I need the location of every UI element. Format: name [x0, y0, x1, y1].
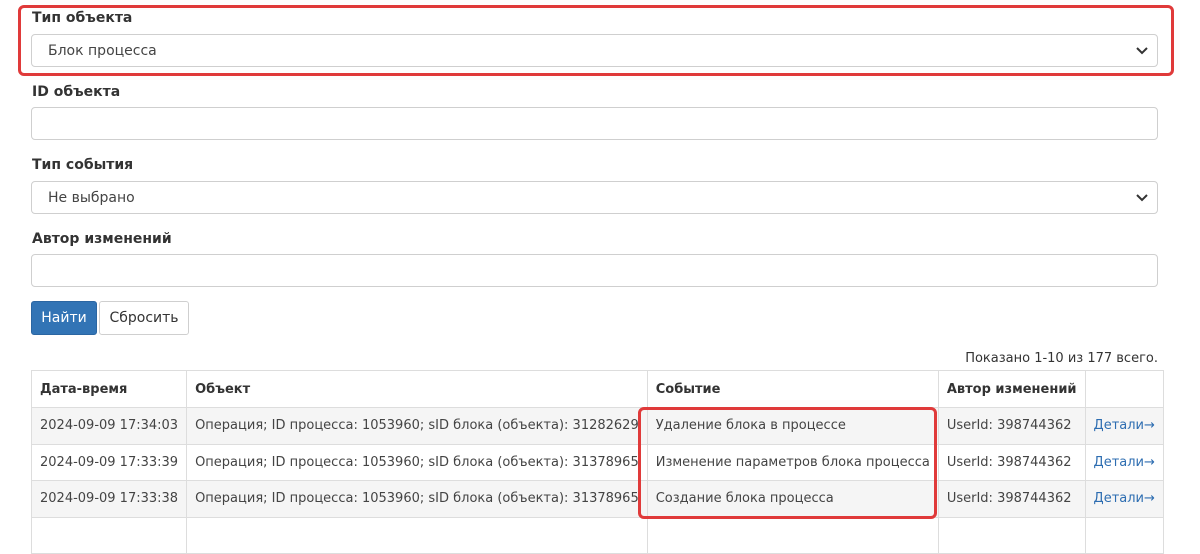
object-type-value: Блок процесса — [48, 43, 157, 59]
column-header-actions — [1084, 370, 1164, 408]
cell-event — [646, 516, 939, 554]
details-link[interactable]: Детали→ — [1094, 455, 1155, 470]
results-summary: Показано 1-10 из 177 всего. — [965, 351, 1158, 366]
object-id-label: ID объекта — [32, 84, 121, 100]
events-table: Дата-время Объект Событие Автор изменени… — [30, 370, 1164, 554]
object-id-input[interactable] — [31, 107, 1158, 140]
cell-details — [1084, 516, 1164, 554]
object-type-label: Тип объекта — [32, 10, 133, 26]
cell-object: Операция; ID процесса: 1053960; sID блок… — [186, 407, 648, 445]
cell-datetime: 2024-09-09 17:33:39 — [30, 443, 188, 481]
chevron-down-icon — [1136, 194, 1148, 202]
cell-datetime: 2024-09-09 17:34:03 — [30, 407, 188, 445]
author-label: Автор изменений — [32, 231, 172, 247]
reset-button[interactable]: Сбросить — [99, 301, 189, 335]
column-header-datetime[interactable]: Дата-время — [30, 370, 188, 408]
cell-event: Создание блока процесса — [646, 480, 939, 518]
cell-object — [186, 516, 648, 554]
author-input[interactable] — [31, 254, 1158, 287]
object-type-select[interactable]: Блок процесса — [31, 34, 1158, 67]
cell-event: Изменение параметров блока процесса — [646, 443, 939, 481]
event-type-select[interactable]: Не выбрано — [31, 181, 1158, 214]
details-link[interactable]: Детали→ — [1094, 491, 1155, 506]
cell-author: UserId: 398744362 — [937, 443, 1086, 481]
table-row: 2024-09-09 17:33:39 Операция; ID процесс… — [30, 443, 1164, 481]
column-header-object[interactable]: Объект — [186, 370, 648, 408]
cell-object: Операция; ID процесса: 1053960; sID блок… — [186, 480, 648, 518]
table-row — [30, 516, 1164, 554]
cell-author — [937, 516, 1086, 554]
column-header-author[interactable]: Автор изменений — [937, 370, 1086, 408]
cell-details: Детали→ — [1084, 480, 1164, 518]
column-header-event[interactable]: Событие — [646, 370, 939, 408]
find-button[interactable]: Найти — [31, 301, 97, 335]
event-type-label: Тип события — [32, 157, 134, 173]
cell-details: Детали→ — [1084, 443, 1164, 481]
cell-event: Удаление блока в процессе — [646, 407, 939, 445]
cell-datetime — [30, 516, 188, 554]
event-type-value: Не выбрано — [48, 190, 135, 206]
chevron-down-icon — [1136, 47, 1148, 55]
cell-author: UserId: 398744362 — [937, 480, 1086, 518]
table-row: 2024-09-09 17:33:38 Операция; ID процесс… — [30, 480, 1164, 518]
table-header-row: Дата-время Объект Событие Автор изменени… — [30, 370, 1164, 408]
cell-object: Операция; ID процесса: 1053960; sID блок… — [186, 443, 648, 481]
cell-author: UserId: 398744362 — [937, 407, 1086, 445]
cell-datetime: 2024-09-09 17:33:38 — [30, 480, 188, 518]
cell-details: Детали→ — [1084, 407, 1164, 445]
table-row: 2024-09-09 17:34:03 Операция; ID процесс… — [30, 407, 1164, 445]
details-link[interactable]: Детали→ — [1094, 418, 1155, 433]
